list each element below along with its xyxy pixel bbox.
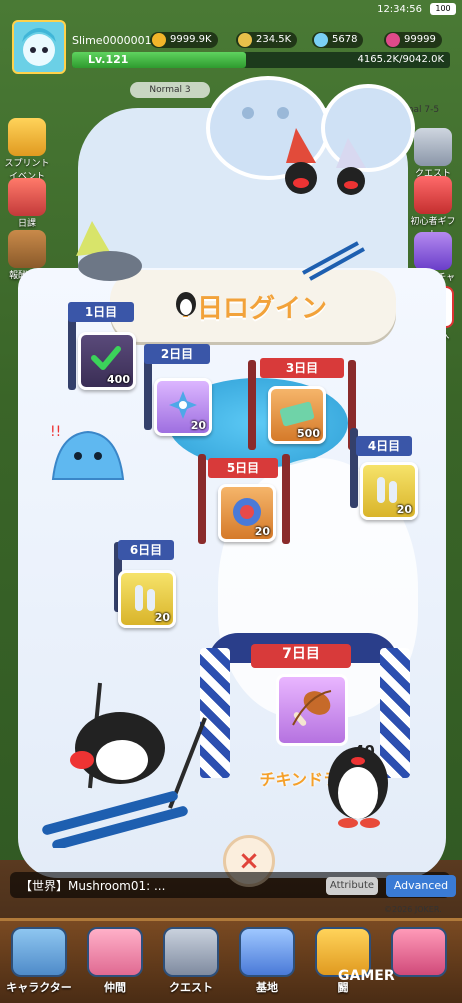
day2-flag: 2日目 — [144, 344, 210, 364]
nav-base-label: 基地 — [256, 981, 278, 994]
skating-penguin-icon — [176, 292, 196, 316]
nav-friends[interactable]: 仲間 — [78, 927, 152, 999]
player-name: Slime0000001 — [72, 34, 152, 47]
claimed-check-icon — [91, 346, 121, 370]
pink-gem-icon — [386, 33, 400, 47]
copyright: ©2026 JOKER. — [384, 905, 442, 914]
resource-gold-value: 9999.9K — [170, 34, 212, 45]
level-value: 121 — [105, 53, 129, 66]
day5-count: 20 — [254, 525, 270, 538]
worm-icon — [377, 477, 397, 503]
resource-diamond-value: 5678 — [332, 34, 358, 45]
modal-title: 7日ログイン — [178, 294, 328, 324]
day2-count: 20 — [190, 419, 206, 432]
shop-icon — [391, 927, 447, 977]
day3-pole-left — [248, 360, 256, 450]
day4-reward[interactable]: 20 — [360, 462, 418, 520]
day2-reward[interactable]: 20 — [154, 378, 212, 436]
slime-icon — [11, 927, 67, 977]
player-avatar[interactable] — [12, 20, 66, 74]
day3-flag: 3日目 — [260, 358, 344, 378]
day6-count: 20 — [154, 611, 170, 624]
nav-quest-label: クエスト — [169, 981, 213, 994]
nav-base[interactable]: 基地 — [230, 927, 304, 999]
coin-plus-icon — [238, 33, 252, 47]
resource-gem-value: 99999 — [404, 34, 436, 45]
seven-day-login-modal: 7日ログイン !! 1日目 400 2日目 20 3日目 500 4日目 20 … — [18, 76, 446, 914]
friends-icon — [87, 927, 143, 977]
day1-pole — [68, 310, 76, 390]
nav-character[interactable]: キャラクター — [2, 927, 76, 999]
day6-reward[interactable]: 20 — [118, 570, 176, 628]
resource-gold[interactable]: 9999.9K — [150, 32, 218, 48]
day1-reward[interactable]: 400 — [78, 332, 136, 390]
skis-icon — [302, 241, 365, 281]
day6-flag: 6日目 — [118, 540, 174, 560]
nav-battle[interactable]: 闘 — [306, 927, 380, 999]
bottom-nav: キャラクター 仲間 クエスト 基地 闘 — [0, 918, 462, 1003]
battery-indicator: 100 — [430, 3, 456, 15]
gamer-watermark: GAMER — [338, 968, 395, 984]
avatar-character-icon — [22, 28, 56, 66]
day3-reward[interactable]: 500 — [268, 386, 326, 444]
nav-character-label: キャラクター — [6, 981, 72, 994]
attribute-button[interactable]: Attribute — [326, 877, 378, 895]
day5-flag: 5日目 — [208, 458, 278, 478]
day1-flag: 1日目 — [68, 302, 134, 322]
house-icon — [239, 927, 295, 977]
status-bar: 12:34:56 100 — [0, 0, 462, 22]
resource-gem[interactable]: 99999 — [384, 32, 442, 48]
worm-icon — [135, 585, 155, 611]
gold-coin-icon — [152, 33, 166, 47]
chat-message: 【世界】Mushroom01: ... — [20, 879, 166, 893]
day5-reward[interactable]: 20 — [218, 484, 276, 542]
day7-flag: 7日目 — [251, 644, 351, 668]
day4-count: 20 — [396, 503, 412, 516]
chat-bar[interactable]: 【世界】Mushroom01: ... Attribute Advanced — [10, 872, 456, 898]
party-penguin-icon — [285, 128, 366, 195]
gear-gem-icon — [233, 498, 261, 526]
shuriken-icon — [169, 391, 197, 419]
nav-quest[interactable]: クエスト — [154, 927, 228, 999]
skiing-penguin-icon — [42, 682, 207, 848]
diamond-icon — [314, 33, 328, 47]
xp-text: 4165.2K/9042.0K — [357, 54, 444, 65]
day1-count: 400 — [107, 373, 130, 386]
nav-friends-label: 仲間 — [104, 981, 126, 994]
ticket-icon — [279, 401, 315, 427]
party-seal-icon — [76, 221, 142, 281]
cheering-penguin-icon — [328, 747, 388, 828]
clock: 12:34:56 — [377, 4, 422, 15]
resource-coin-value: 234.5K — [256, 34, 292, 45]
advanced-button[interactable]: Advanced — [386, 875, 456, 897]
swords-icon — [163, 927, 219, 977]
day4-flag: 4日目 — [356, 436, 412, 456]
nav-shop[interactable] — [382, 927, 456, 999]
resource-diamond[interactable]: 5678 — [312, 32, 364, 48]
blue-slime-icon: !! — [50, 424, 125, 480]
player-level: Lv.121 — [88, 53, 128, 66]
resource-coin[interactable]: 234.5K — [236, 32, 298, 48]
svg-text:!!: !! — [50, 424, 61, 440]
day3-count: 500 — [297, 427, 320, 440]
day5-pole-left — [198, 454, 206, 544]
level-prefix: Lv. — [88, 53, 106, 66]
day5-pole-right — [282, 454, 290, 544]
